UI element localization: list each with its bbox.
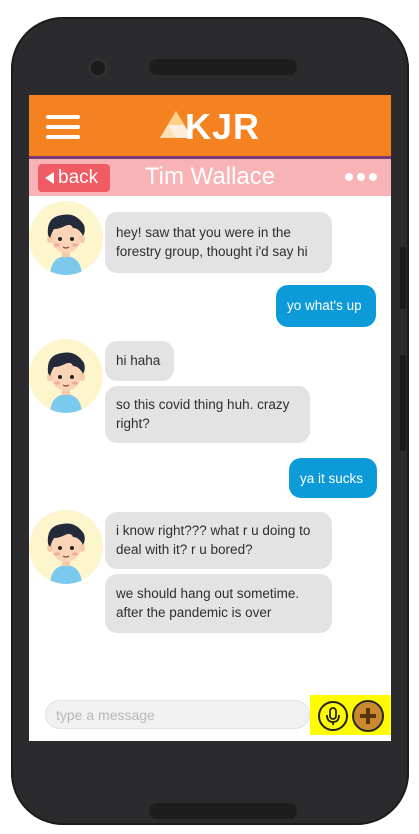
message-line: after the pandemic is over [116,605,272,620]
message-line: deal with it? r u bored? [116,542,253,557]
message-line: we should hang out sometime. [116,586,300,601]
volume-button [400,247,406,309]
back-arrow-icon [45,172,54,184]
message-bubble-incoming: hi haha [105,341,174,381]
microphone-icon[interactable] [318,701,348,731]
contact-avatar [29,510,103,584]
bottom-speaker [149,803,297,819]
message-input-container [45,700,310,729]
message-bubble-incoming: hey! saw that you were in the forestry g… [105,212,332,273]
message-bubble-outgoing: yo what's up [276,285,376,327]
logo-text: KJR [185,106,261,147]
contact-avatar [29,201,103,275]
boy-avatar [29,510,103,584]
more-dots-icon[interactable] [345,173,377,183]
message-bubble-incoming: we should hang out sometime. after the p… [105,574,332,633]
plus-icon[interactable] [352,700,384,732]
message-line: yo what's up [287,298,362,313]
message-line: forestry group, thought i'd say hi [116,244,308,259]
message-line: right? [116,416,150,431]
message-bubble-incoming: so this covid thing huh. crazy right? [105,386,310,443]
back-label: back [58,167,99,188]
app-header: KJR [29,95,391,156]
back-button[interactable]: back [38,164,110,192]
hamburger-icon[interactable] [46,115,80,139]
message-bubble-incoming: i know right??? what r u doing to deal w… [105,512,332,569]
earpiece-speaker [149,59,297,75]
contact-avatar [29,339,103,413]
message-line: hey! saw that you were in the [116,225,291,240]
app-logo: KJR [157,105,267,147]
boy-avatar [29,201,103,275]
app-screen: KJR back Tim Wallace hey! saw that you w… [29,95,391,741]
conversation-bar: back Tim Wallace [29,156,391,196]
message-line: i know right??? what r u doing to [116,523,311,538]
message-line: hi haha [116,353,161,368]
front-camera [91,61,105,75]
message-bubble-outgoing: ya it sucks [289,458,377,498]
power-button [400,355,406,451]
boy-avatar [29,339,103,413]
message-line: ya it sucks [300,471,364,486]
message-line: so this covid thing huh. crazy [116,397,290,412]
message-input[interactable] [46,701,309,728]
